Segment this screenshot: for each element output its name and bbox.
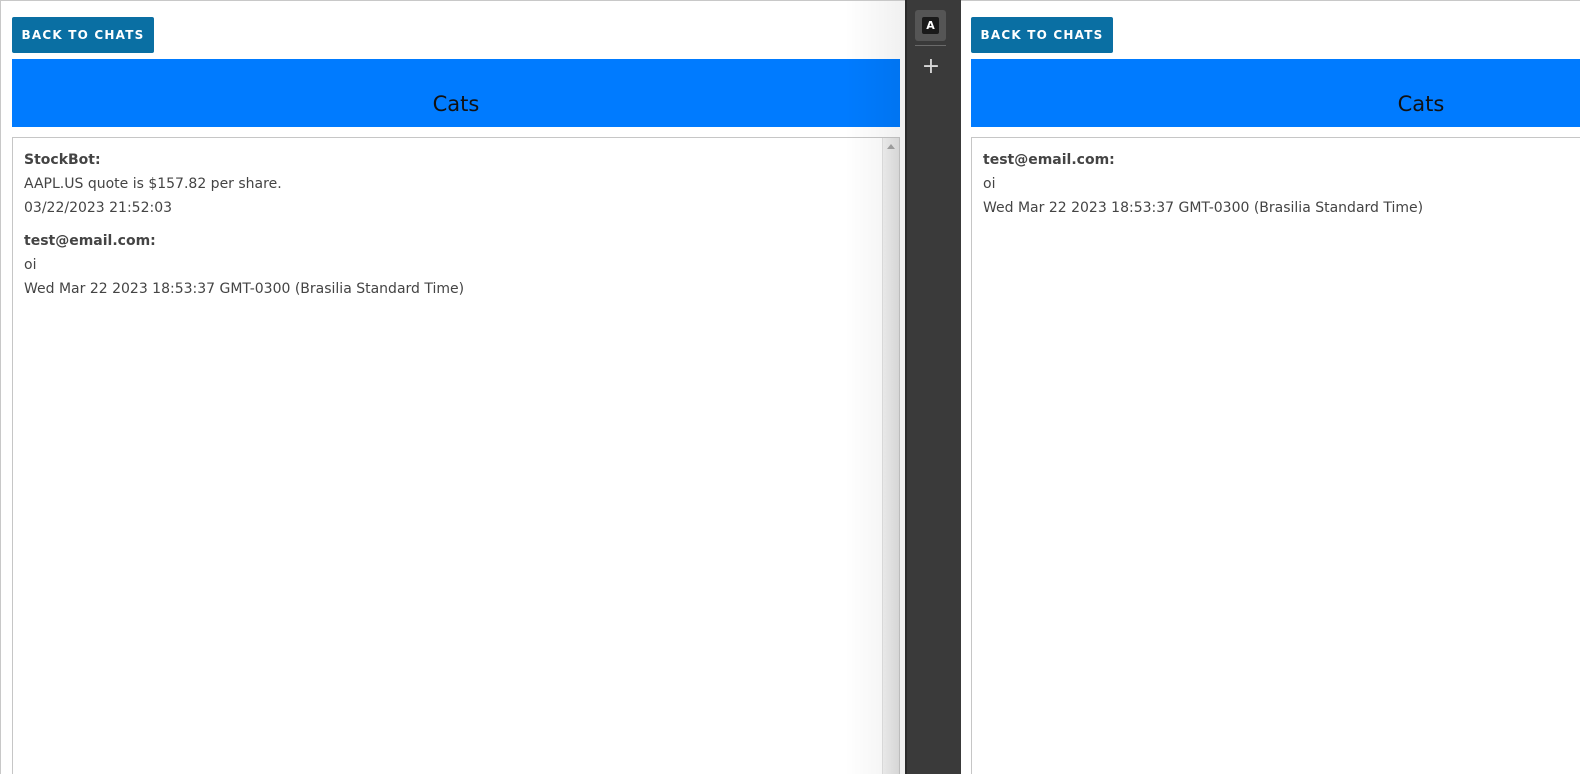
message-timestamp: 03/22/2023 21:52:03 <box>24 200 173 216</box>
message-text: oi <box>983 176 996 192</box>
right-chat-pane: BACK TO CHATS Cats test@email.com: oi We… <box>961 0 1580 774</box>
vertical-scrollbar[interactable] <box>882 138 899 774</box>
message-list[interactable]: StockBot: AAPL.US quote is $157.82 per s… <box>12 137 900 774</box>
message-item: StockBot: AAPL.US quote is $157.82 per s… <box>13 148 899 220</box>
chat-title: Cats <box>12 59 900 127</box>
back-to-chats-button[interactable]: BACK TO CHATS <box>971 17 1113 53</box>
message-text: AAPL.US quote is $157.82 per share. <box>24 176 282 192</box>
back-to-chats-button[interactable]: BACK TO CHATS <box>12 17 154 53</box>
plus-icon[interactable]: + <box>919 56 943 80</box>
scroll-up-arrow-icon[interactable] <box>887 144 895 149</box>
chat-title: Cats <box>971 59 1580 127</box>
message-author: StockBot: <box>24 152 101 168</box>
message-list[interactable]: test@email.com: oi Wed Mar 22 2023 18:53… <box>971 137 1580 774</box>
tab-strip: A + <box>905 0 961 774</box>
app-tab-button[interactable]: A <box>915 10 946 41</box>
message-item: test@email.com: oi Wed Mar 22 2023 18:53… <box>13 229 899 301</box>
message-timestamp: Wed Mar 22 2023 18:53:37 GMT-0300 (Brasi… <box>983 200 1424 216</box>
message-item: test@email.com: oi Wed Mar 22 2023 18:53… <box>972 148 1580 220</box>
app-logo-icon: A <box>922 17 939 34</box>
tab-divider <box>915 45 946 46</box>
message-author: test@email.com: <box>983 152 1115 168</box>
message-author: test@email.com: <box>24 233 156 249</box>
message-timestamp: Wed Mar 22 2023 18:53:37 GMT-0300 (Brasi… <box>24 281 465 297</box>
left-chat-pane: BACK TO CHATS Cats StockBot: AAPL.US quo… <box>0 0 905 774</box>
message-text: oi <box>24 257 37 273</box>
